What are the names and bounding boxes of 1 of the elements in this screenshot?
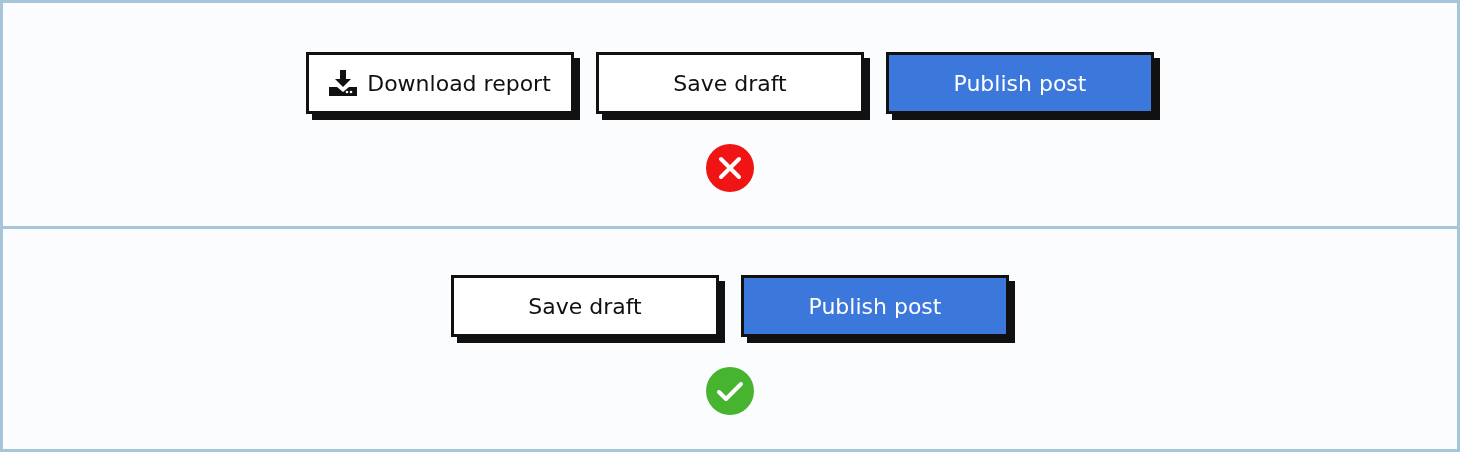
download-icon (329, 70, 358, 96)
